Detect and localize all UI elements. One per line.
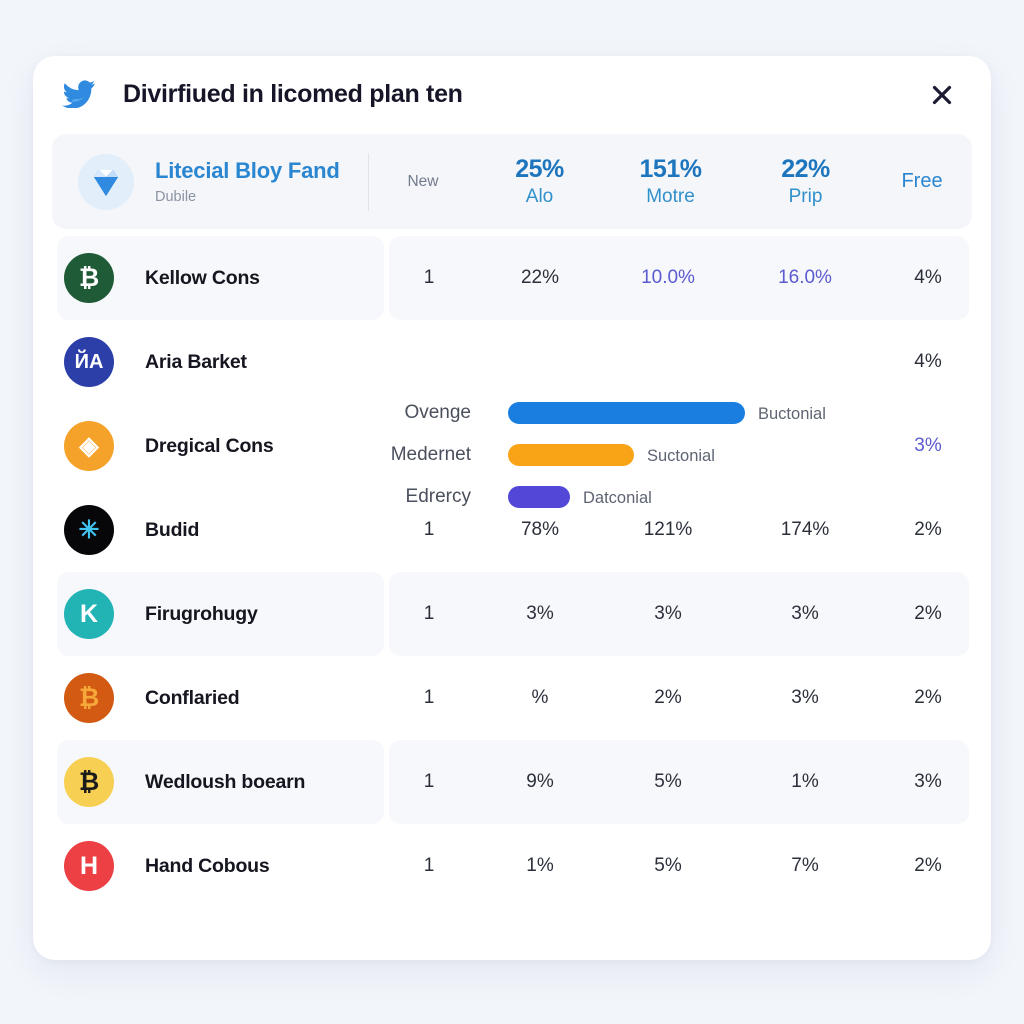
- summary-metric-label: Motre: [646, 186, 695, 207]
- table-cell: 10.0%: [641, 267, 695, 288]
- la-coin-icon: ЙA: [64, 337, 114, 387]
- row-name-label: Dregical Cons: [145, 434, 274, 457]
- row-name-label: Aria Barket: [145, 350, 247, 373]
- star-coin-icon: ✳: [64, 505, 114, 555]
- screen: Divirfiued in licomed plan ten Litecial: [0, 0, 1024, 1024]
- table-cell: 1: [423, 687, 435, 708]
- table-cell: 2%: [654, 687, 682, 708]
- summary-metric-alo: 25% Alo: [477, 155, 602, 208]
- row-name-cell: ₿ Wedloush boearn: [64, 740, 305, 824]
- table-row[interactable]: ✳ Budid 1 78% 121% 174% 2%: [33, 488, 991, 572]
- table-row[interactable]: ₿ Wedloush boearn 1 9% 5% 1% 3%: [33, 740, 991, 824]
- bitcoin-orange-icon: ₿: [64, 673, 114, 723]
- table-cell: 3%: [791, 687, 819, 708]
- table-cell: %: [531, 687, 549, 708]
- table-row[interactable]: ₿ Conflaried 1% 2% 3% 2%: [33, 656, 991, 740]
- row-name-label: Firugrohugy: [145, 602, 258, 625]
- table-row[interactable]: ₿ Kellow Cons 1 22% 10.0% 16.0% 4%: [33, 236, 991, 320]
- summary-metric-value: 151%: [639, 155, 702, 183]
- page-title: Divirfiued in licomed plan ten: [123, 79, 463, 108]
- row-background-right: [389, 404, 969, 488]
- row-name-label: Kellow Cons: [145, 266, 260, 289]
- table-cell: 1: [423, 519, 435, 540]
- table-cell: 3%: [526, 603, 554, 624]
- row-name-label: Wedloush boearn: [145, 770, 306, 793]
- row-name-label: Conflaried: [145, 686, 240, 709]
- summary-title: Litecial Bloy Fand: [155, 158, 340, 183]
- table-cell: 121%: [643, 519, 693, 540]
- table-cell: 5%: [654, 771, 682, 792]
- table-cell: 174%: [780, 519, 830, 540]
- coin-table: ₿ Kellow Cons 1 22% 10.0% 16.0% 4% ЙA Aria Barke…: [33, 236, 991, 908]
- table-row[interactable]: ЙA Aria Barket 4%: [33, 320, 991, 404]
- row-name-cell: K Firugrohugy: [64, 572, 258, 656]
- card-header: Divirfiued in licomed plan ten: [33, 56, 991, 132]
- bitcoin-gold-icon: ₿: [64, 757, 114, 807]
- row-name-label: Hand Cobous: [145, 854, 270, 877]
- row-name-cell: ✳ Budid: [64, 488, 199, 572]
- table-row[interactable]: H Hand Cobous 1 1% 5% 7% 2%: [33, 824, 991, 908]
- summary-metric-motre: 151% Motre: [602, 155, 739, 208]
- twitter-bird-icon: [59, 77, 99, 111]
- row-name-cell: ◈ Dregical Cons: [64, 404, 274, 488]
- table-cell: 22%: [520, 267, 560, 288]
- table-row[interactable]: ◈ Dregical Cons 3%: [33, 404, 991, 488]
- row-name-label: Budid: [145, 518, 200, 541]
- table-cell: 1%: [526, 855, 554, 876]
- dashboard-card: Divirfiued in licomed plan ten Litecial: [33, 56, 991, 960]
- table-cell: 1%: [791, 771, 819, 792]
- table-cell: 16.0%: [778, 267, 832, 288]
- table-cell: 1: [423, 603, 435, 624]
- table-cell: 4%: [914, 351, 942, 372]
- summary-free-label: Free: [901, 170, 943, 192]
- table-cell: 2%: [914, 855, 942, 876]
- k-coin-icon: K: [64, 589, 114, 639]
- summary-subtitle: Dubile: [155, 189, 197, 205]
- table-cell: 2%: [914, 519, 942, 540]
- diamond-coin-icon: ◈: [64, 421, 114, 471]
- row-name-cell: ЙA Aria Barket: [64, 320, 247, 404]
- summary-header-row: Litecial Bloy Fand Dubile New 25% Alo 15…: [52, 134, 972, 229]
- table-cell: 1: [423, 267, 435, 288]
- table-cell: 9%: [526, 771, 554, 792]
- table-cell: 1: [423, 771, 435, 792]
- table-cell: 78%: [520, 519, 560, 540]
- row-name-cell: H Hand Cobous: [64, 824, 270, 908]
- row-name-cell: ₿ Kellow Cons: [64, 236, 260, 320]
- table-cell: 4%: [914, 267, 942, 288]
- summary-name-block: Litecial Bloy Fand Dubile: [155, 158, 355, 205]
- summary-metric-label: Alo: [525, 186, 554, 207]
- row-name-cell: ₿ Conflaried: [64, 656, 240, 740]
- table-cell: 2%: [914, 687, 942, 708]
- close-icon[interactable]: [923, 76, 961, 114]
- summary-metric-label: Prip: [788, 186, 823, 207]
- summary-metric-value: 22%: [781, 155, 830, 183]
- summary-metric-prip: 22% Prip: [739, 155, 872, 208]
- table-row[interactable]: K Firugrohugy 1 3% 3% 3% 2%: [33, 572, 991, 656]
- table-cell: 3%: [914, 771, 942, 792]
- table-cell: 7%: [791, 855, 819, 876]
- table-cell: 3%: [654, 603, 682, 624]
- table-cell: 5%: [654, 855, 682, 876]
- h-coin-icon: H: [64, 841, 114, 891]
- diamond-icon: [78, 153, 134, 210]
- summary-new-label: New: [407, 172, 439, 190]
- row-background-right: [389, 320, 969, 404]
- summary-metric-value: 25%: [515, 155, 564, 183]
- bluetooth-coin-icon: ₿: [64, 253, 114, 303]
- table-cell: 2%: [914, 603, 942, 624]
- table-cell: 3%: [791, 603, 819, 624]
- table-cell: 1: [423, 855, 435, 876]
- table-cell: 3%: [914, 435, 942, 456]
